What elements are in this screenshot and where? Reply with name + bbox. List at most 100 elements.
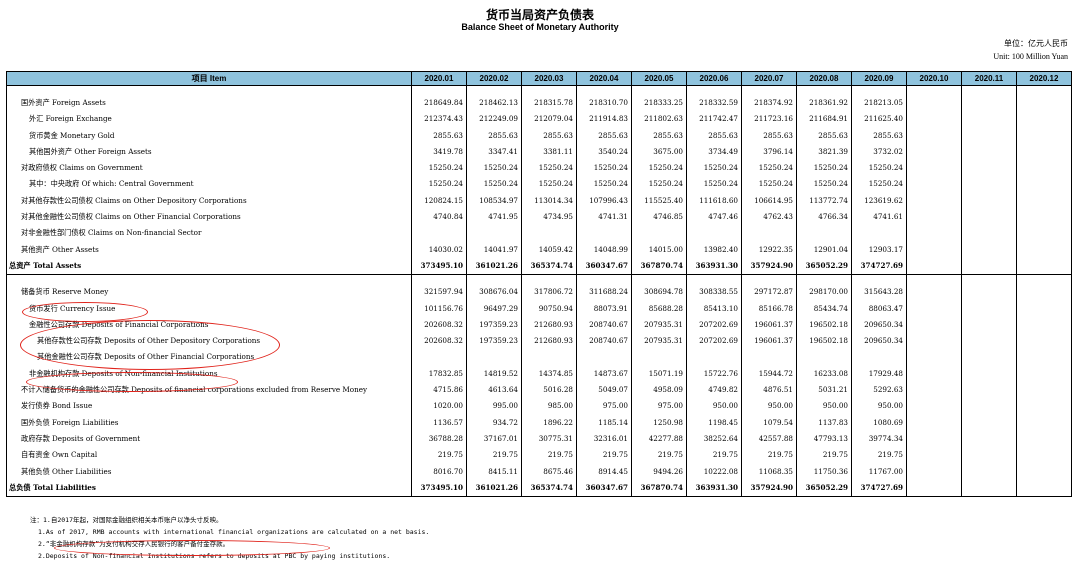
value-cell: 5031.21 <box>796 382 852 399</box>
value-cell <box>906 160 962 177</box>
value-cell: 209650.34 <box>851 333 907 350</box>
value-cell: 85413.10 <box>686 300 742 317</box>
value-cell: 3796.14 <box>741 143 797 161</box>
value-cell: 4740.84 <box>411 209 467 226</box>
value-cell: 373495.10 <box>411 479 467 498</box>
value-cell: 14873.67 <box>576 365 632 383</box>
value-cell <box>961 479 1017 498</box>
value-cell <box>961 225 1017 242</box>
value-cell: 111618.60 <box>686 192 742 210</box>
value-cell: 308338.55 <box>686 284 742 301</box>
value-cell: 15071.19 <box>631 365 687 383</box>
value-cell <box>961 316 1017 334</box>
table-row: 总资产 Total Assets 373495.10 361021.26 365374… <box>6 257 1072 276</box>
value-cell: 218213.05 <box>851 95 907 112</box>
value-cell: 2855.63 <box>631 127 687 144</box>
value-cell: 12922.35 <box>741 241 797 258</box>
value-cell <box>961 284 1017 301</box>
value-cell: 367870.74 <box>631 257 687 276</box>
value-cell: 107996.43 <box>576 192 632 210</box>
value-cell: 32316.01 <box>576 430 632 448</box>
value-cell <box>1016 225 1072 242</box>
value-cell: 207202.69 <box>686 316 742 334</box>
value-cell: 8675.46 <box>521 463 577 480</box>
value-cell <box>961 143 1017 161</box>
value-cell: 4747.46 <box>686 209 742 226</box>
value-cell <box>906 365 962 383</box>
value-cell: 15250.24 <box>631 176 687 193</box>
table-row: 对非金融性部门债权 Claims on Non-financial Sector <box>6 225 1072 242</box>
value-cell <box>1016 176 1072 193</box>
value-cell: 115525.40 <box>631 192 687 210</box>
value-cell: 4766.34 <box>796 209 852 226</box>
value-cell: 4741.61 <box>851 209 907 226</box>
value-cell: 30775.31 <box>521 430 577 448</box>
value-cell: 207935.31 <box>631 316 687 334</box>
value-cell <box>1016 479 1072 498</box>
table-row: 外汇 Foreign Exchange 212374.43 212249.09 212… <box>6 111 1072 128</box>
value-cell: 196061.37 <box>741 316 797 334</box>
value-cell <box>961 463 1017 480</box>
value-cell: 37167.01 <box>466 430 522 448</box>
value-cell: 218361.92 <box>796 95 852 112</box>
value-cell <box>961 192 1017 210</box>
value-cell: 1020.00 <box>411 398 467 415</box>
value-cell: 96497.29 <box>466 300 522 317</box>
value-cell <box>1016 333 1072 350</box>
value-cell <box>906 316 962 334</box>
value-cell: 39774.34 <box>851 430 907 448</box>
value-cell: 3381.11 <box>521 143 577 161</box>
table-row: 其他金融性公司存款 Deposits of Other Financial Co… <box>6 349 1072 366</box>
value-cell: 42277.88 <box>631 430 687 448</box>
row-label: 国外负债 Foreign Liabilities <box>6 414 412 431</box>
value-cell: 212079.04 <box>521 111 577 128</box>
value-cell: 2855.63 <box>741 127 797 144</box>
value-cell: 1198.45 <box>686 414 742 431</box>
value-cell: 209650.34 <box>851 316 907 334</box>
value-cell <box>1016 316 1072 334</box>
value-cell <box>906 176 962 193</box>
column-header-month: 2020.09 <box>851 71 907 86</box>
value-cell <box>906 143 962 161</box>
value-cell: 5049.07 <box>576 382 632 399</box>
value-cell: 218332.59 <box>686 95 742 112</box>
value-cell: 4613.64 <box>466 382 522 399</box>
value-cell: 950.00 <box>851 398 907 415</box>
value-cell: 15250.24 <box>686 176 742 193</box>
value-cell <box>961 430 1017 448</box>
value-cell: 14374.85 <box>521 365 577 383</box>
table-row: 对政府债权 Claims on Government 15250.24 15250.… <box>6 160 1072 177</box>
column-header-month: 2020.07 <box>741 71 797 86</box>
value-cell <box>961 111 1017 128</box>
row-label: 非金融机构存款 Deposits of Non-financial Instit… <box>6 365 412 383</box>
value-cell <box>1016 300 1072 317</box>
value-cell: 975.00 <box>631 398 687 415</box>
value-cell: 4741.31 <box>576 209 632 226</box>
value-cell: 2855.63 <box>851 127 907 144</box>
row-label: 货币黄金 Monetary Gold <box>6 127 412 144</box>
value-cell <box>961 333 1017 350</box>
value-cell: 218310.70 <box>576 95 632 112</box>
value-cell: 14059.42 <box>521 241 577 258</box>
value-cell: 2855.63 <box>466 127 522 144</box>
table-row: 其他负债 Other Liabilities 8016.70 8415.11 8675… <box>6 463 1072 480</box>
value-cell <box>796 225 852 242</box>
table-row: 国外负债 Foreign Liabilities 1136.57 934.72 189… <box>6 414 1072 431</box>
value-cell <box>631 225 687 242</box>
value-cell: 321597.94 <box>411 284 467 301</box>
value-cell: 85166.78 <box>741 300 797 317</box>
value-cell <box>1016 447 1072 464</box>
value-cell: 367870.74 <box>631 479 687 498</box>
value-cell <box>466 349 522 366</box>
value-cell: 374727.69 <box>851 479 907 498</box>
value-cell <box>961 257 1017 276</box>
value-cell: 315643.28 <box>851 284 907 301</box>
value-cell <box>906 398 962 415</box>
column-header-month: 2020.03 <box>521 71 577 86</box>
table-row: 其他存款性公司存款 Deposits of Other Depository C… <box>6 333 1072 350</box>
value-cell <box>1016 463 1072 480</box>
value-cell: 363931.30 <box>686 257 742 276</box>
value-cell: 12903.17 <box>851 241 907 258</box>
value-cell: 113014.34 <box>521 192 577 210</box>
value-cell: 120824.15 <box>411 192 467 210</box>
